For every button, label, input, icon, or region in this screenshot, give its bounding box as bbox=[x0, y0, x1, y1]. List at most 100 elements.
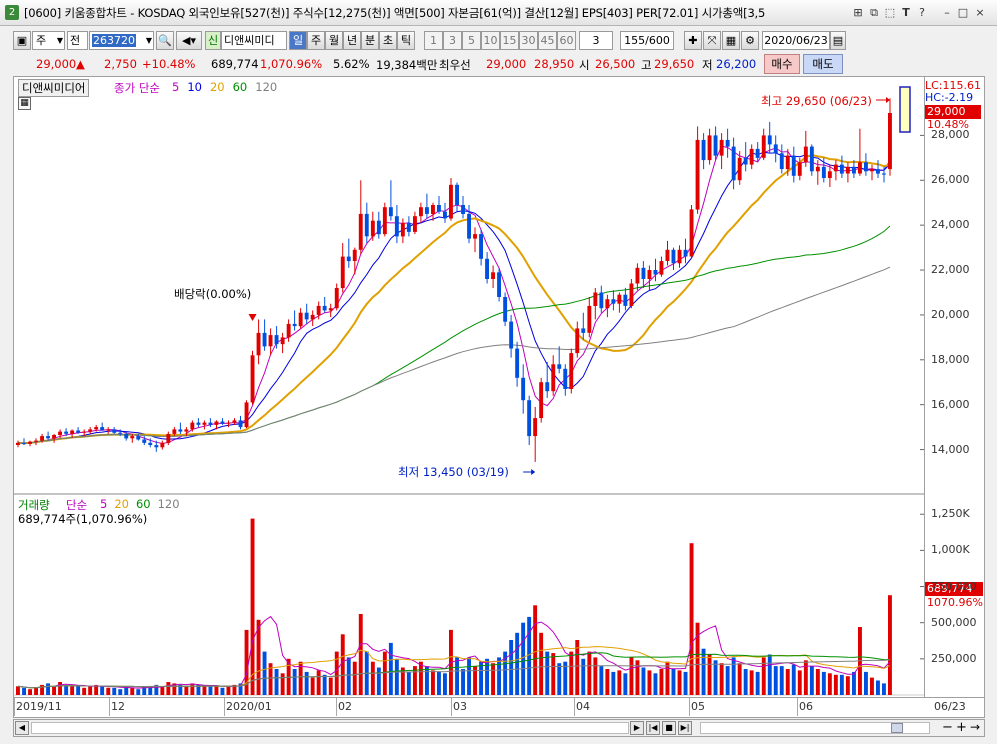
ma-line-20 bbox=[17, 153, 891, 445]
candle-body bbox=[34, 440, 38, 442]
ma-legend-20[interactable]: 20 bbox=[210, 80, 225, 94]
stop-icon[interactable]: ■ bbox=[662, 721, 676, 735]
candle-body bbox=[64, 431, 69, 434]
volume-y-tick-label: 500,000 bbox=[931, 615, 977, 629]
candle-body bbox=[274, 335, 279, 345]
period-button-5[interactable]: 초 bbox=[379, 31, 397, 50]
search-icon[interactable]: 🔍 bbox=[156, 31, 174, 50]
volume-bar bbox=[617, 670, 622, 695]
candle-body bbox=[208, 422, 213, 425]
arrow-right-icon[interactable]: → bbox=[970, 720, 980, 734]
zoom-out-icon[interactable]: − bbox=[942, 720, 953, 735]
high-annotation: 최고 29,650 (06/23) bbox=[761, 94, 872, 108]
volume-ma-legend-20[interactable]: 20 bbox=[114, 497, 129, 511]
period-button-6[interactable]: 틱 bbox=[397, 31, 415, 50]
volume-bar bbox=[803, 660, 808, 695]
sound-icon[interactable]: ◀▾ bbox=[176, 31, 202, 50]
stock-code-value: 263720 bbox=[92, 34, 136, 47]
first-page-icon[interactable]: |◀ bbox=[646, 721, 660, 735]
maximize-icon[interactable]: □ bbox=[956, 6, 970, 20]
stock-legend[interactable]: 디앤씨미디어 bbox=[18, 79, 90, 97]
interval-button-7[interactable]: 60 bbox=[557, 31, 576, 50]
ma-legend-10[interactable]: 10 bbox=[187, 80, 202, 94]
x-tick-label: 05 bbox=[691, 700, 705, 713]
period-button-2[interactable]: 월 bbox=[325, 31, 343, 50]
chart-area[interactable]: 디앤씨미디어 종가 단순 5 10 20 60 120 ▦ 최고 29,650 (06/… bbox=[13, 76, 925, 698]
ma-legend-60[interactable]: 60 bbox=[233, 80, 248, 94]
crosshair-icon[interactable]: ⤧ bbox=[703, 31, 721, 50]
interval-button-3[interactable]: 10 bbox=[481, 31, 500, 50]
calendar-icon[interactable]: ▤ bbox=[830, 31, 846, 50]
candle-body bbox=[40, 436, 44, 441]
period-button-4[interactable]: 분 bbox=[361, 31, 379, 50]
volume-ma-legend-120[interactable]: 120 bbox=[158, 497, 180, 511]
x-tick-label: 12 bbox=[111, 700, 125, 713]
scroll-right-icon[interactable]: ▶ bbox=[630, 721, 644, 735]
price-change: 2,750 bbox=[104, 57, 137, 71]
interval-button-0[interactable]: 1 bbox=[424, 31, 443, 50]
zoom-in-icon[interactable]: + bbox=[956, 720, 967, 735]
last-page-icon[interactable]: ▶| bbox=[678, 721, 692, 735]
candle-body bbox=[286, 323, 291, 338]
volume-bar bbox=[106, 687, 111, 695]
period-button-1[interactable]: 주 bbox=[307, 31, 325, 50]
candle-body bbox=[509, 321, 514, 349]
candle-body bbox=[611, 299, 616, 304]
add-indicator-icon[interactable]: ✚ bbox=[684, 31, 702, 50]
y-tick-label: 28,000 bbox=[931, 128, 970, 142]
interval-button-1[interactable]: 3 bbox=[443, 31, 462, 50]
interval-button-6[interactable]: 45 bbox=[538, 31, 557, 50]
volume-bar bbox=[406, 671, 411, 695]
ma-legend-120[interactable]: 120 bbox=[255, 80, 277, 94]
help-icon[interactable]: ? bbox=[915, 6, 929, 20]
chart-layout-icon[interactable]: ▣ bbox=[13, 31, 31, 50]
buy-button[interactable]: 매수 bbox=[764, 54, 800, 74]
ma-legend-5[interactable]: 5 bbox=[172, 80, 179, 94]
interval-button-2[interactable]: 5 bbox=[462, 31, 481, 50]
close-icon[interactable]: × bbox=[973, 6, 987, 20]
volume-bar bbox=[641, 667, 646, 695]
period-select[interactable]: 주 ▼ bbox=[32, 31, 65, 50]
volume-bar bbox=[491, 663, 495, 695]
x-tick-mark bbox=[451, 698, 452, 716]
volume-bar bbox=[148, 687, 153, 695]
window-restore-icon[interactable]: ⧉ bbox=[867, 6, 881, 20]
candle-body bbox=[419, 207, 423, 217]
save-icon[interactable]: ▦ bbox=[722, 31, 740, 50]
period-button-0[interactable]: 일 bbox=[289, 31, 307, 50]
candle-count-input[interactable]: 155/600 bbox=[620, 31, 674, 50]
scroll-track[interactable] bbox=[31, 722, 629, 734]
x-tick-mark bbox=[336, 698, 337, 716]
pin-icon[interactable]: ⬚ bbox=[883, 6, 897, 20]
interval-custom-input[interactable]: 3 bbox=[579, 31, 613, 50]
volume-bar bbox=[689, 543, 694, 695]
zoom-track[interactable] bbox=[700, 722, 930, 734]
scroll-left-icon[interactable]: ◀ bbox=[15, 721, 29, 735]
volume-ma-legend-60[interactable]: 60 bbox=[136, 497, 151, 511]
candle-body bbox=[136, 436, 141, 440]
period-button-3[interactable]: 년 bbox=[343, 31, 361, 50]
current-price-tag: 29,000 bbox=[925, 105, 981, 119]
date-input[interactable]: 2020/06/23 bbox=[762, 31, 830, 50]
grid-toggle-icon[interactable]: ▦ bbox=[18, 97, 31, 110]
chart-scrollbar[interactable]: ◀ ▶ |◀ ■ ▶| − + → bbox=[13, 719, 985, 737]
candle-body bbox=[106, 429, 111, 431]
zoom-thumb[interactable] bbox=[891, 723, 903, 733]
candle-body bbox=[779, 153, 784, 169]
volume-ma-legend-5[interactable]: 5 bbox=[100, 497, 107, 511]
interval-button-4[interactable]: 15 bbox=[500, 31, 519, 50]
candlestick-chart[interactable] bbox=[14, 77, 924, 697]
type-select[interactable]: 전 bbox=[67, 31, 88, 50]
minimize-icon[interactable]: – bbox=[940, 6, 954, 20]
y-tick-label: 20,000 bbox=[931, 307, 970, 321]
interval-button-5[interactable]: 30 bbox=[519, 31, 538, 50]
stock-code-input[interactable]: 263720 ▼ bbox=[89, 31, 154, 50]
trade-amount: 19,384백만 bbox=[376, 58, 438, 72]
link-icon[interactable]: ⊞ bbox=[851, 6, 865, 20]
settings-icon[interactable]: ⚙ bbox=[741, 31, 759, 50]
text-tool-icon[interactable]: T bbox=[899, 6, 913, 20]
candle-body bbox=[845, 166, 850, 174]
hc-label: HC:-2.19 bbox=[925, 91, 974, 104]
volume-bar bbox=[394, 658, 399, 695]
sell-button[interactable]: 매도 bbox=[803, 54, 843, 74]
